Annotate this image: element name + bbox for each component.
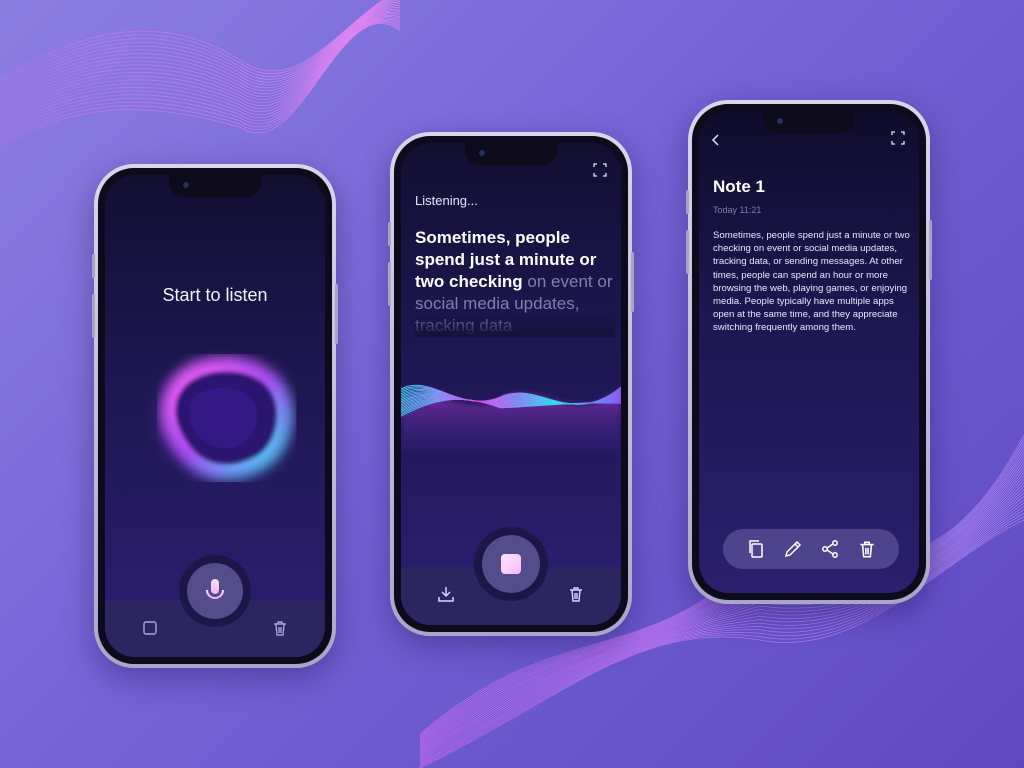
live-transcript: Sometimes, people spend just a minute or… <box>415 227 615 337</box>
microphone-icon <box>206 579 224 603</box>
trash-icon[interactable] <box>856 538 878 560</box>
start-title: Start to listen <box>162 285 268 305</box>
phone-listening: Listening... Sometimes, people spend jus… <box>388 132 634 636</box>
stop-button[interactable] <box>482 535 540 593</box>
expand-icon[interactable] <box>593 163 607 177</box>
phone-start-listen: Start to listen <box>92 164 338 668</box>
wave-line <box>0 6 401 110</box>
back-chevron-icon[interactable] <box>711 133 721 147</box>
microphone-button[interactable] <box>187 563 243 619</box>
note-toolbar <box>723 529 899 569</box>
notch <box>169 175 261 197</box>
download-icon[interactable] <box>435 583 457 605</box>
stop-icon <box>501 554 521 574</box>
screen-listening: Listening... Sometimes, people spend jus… <box>401 143 621 625</box>
note-body: Sometimes, people spend just a minute or… <box>713 230 910 334</box>
listening-status: Listening... <box>415 193 478 208</box>
note-title: Note 1 <box>713 177 765 196</box>
copy-icon[interactable] <box>745 538 767 560</box>
wave-line <box>0 8 401 113</box>
notch <box>763 111 855 133</box>
audio-waveform <box>401 384 621 459</box>
trash-icon[interactable] <box>565 583 587 605</box>
wave-line <box>0 3 401 103</box>
screen-note: Note 1 Today 11:21 Sometimes, people spe… <box>699 111 919 593</box>
trash-icon[interactable] <box>269 617 291 639</box>
voice-orb <box>140 345 300 489</box>
note-date: Today 11:21 <box>713 205 762 215</box>
phone-note: Note 1 Today 11:21 Sometimes, people spe… <box>686 100 932 604</box>
share-icon[interactable] <box>819 538 841 560</box>
edit-icon[interactable] <box>782 538 804 560</box>
screen-start-listen: Start to listen <box>105 175 325 657</box>
expand-icon[interactable] <box>891 131 905 145</box>
wave-line <box>0 13 401 122</box>
notch <box>465 143 557 165</box>
square-icon[interactable] <box>139 617 161 639</box>
